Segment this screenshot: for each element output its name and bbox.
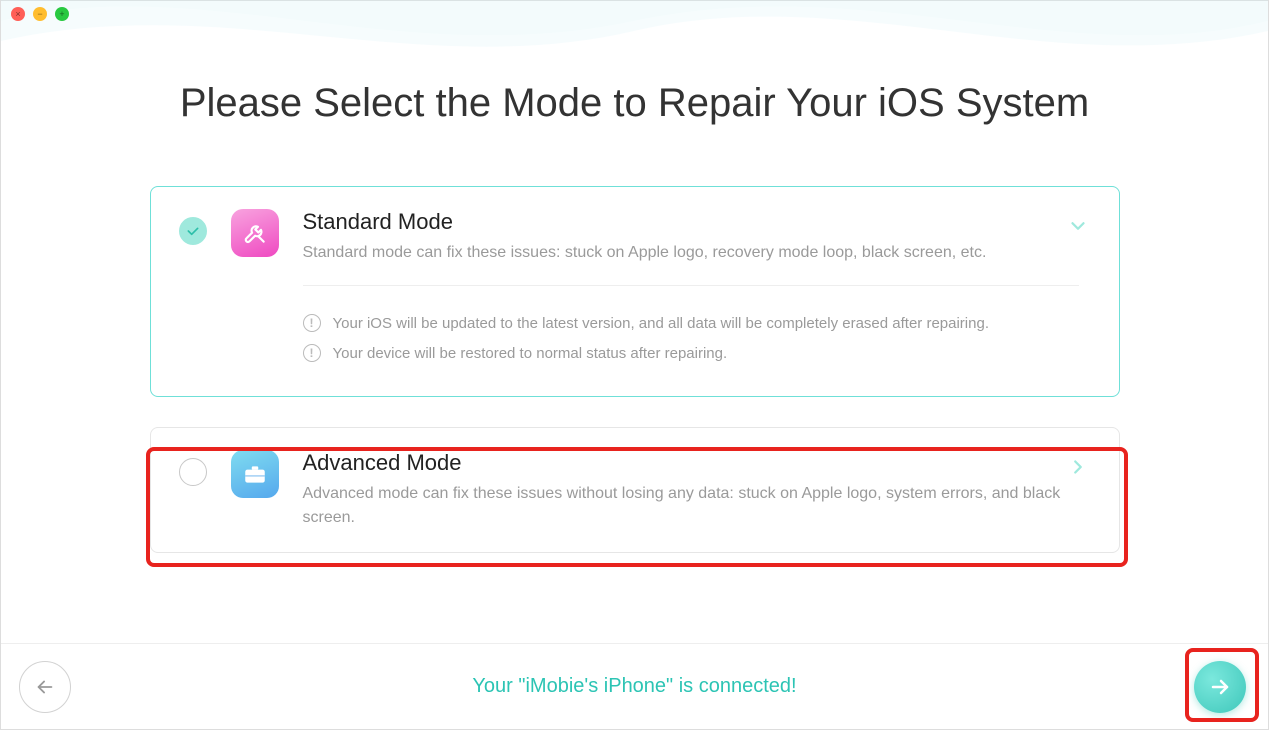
footer-bar: Your "iMobie's iPhone" is connected! (1, 643, 1268, 729)
tools-icon (231, 209, 279, 257)
note-line: ! Your device will be restored to normal… (303, 344, 1079, 362)
next-button[interactable] (1194, 661, 1246, 713)
mode-advanced-text: Advanced Mode Advanced mode can fix thes… (303, 450, 1079, 530)
mode-advanced-radio[interactable] (179, 458, 207, 486)
check-icon (185, 223, 201, 239)
mode-standard-text: Standard Mode Standard mode can fix thes… (303, 209, 1079, 374)
warning-icon: ! (303, 314, 321, 332)
arrow-right-icon (1208, 675, 1232, 699)
mode-standard-title: Standard Mode (303, 209, 1079, 235)
back-button[interactable] (19, 661, 71, 713)
mode-list: Standard Mode Standard mode can fix thes… (150, 186, 1120, 553)
window-minimize-button[interactable]: − (33, 7, 47, 21)
mode-card-advanced[interactable]: Advanced Mode Advanced mode can fix thes… (150, 427, 1120, 553)
mode-standard-notes: ! Your iOS will be updated to the latest… (303, 285, 1079, 362)
briefcase-icon (231, 450, 279, 498)
window-controls: × − + (11, 7, 69, 21)
mode-advanced-desc: Advanced mode can fix these issues witho… (303, 482, 1079, 530)
mode-card-standard[interactable]: Standard Mode Standard mode can fix thes… (150, 186, 1120, 397)
note-line: ! Your iOS will be updated to the latest… (303, 314, 1079, 332)
mode-advanced-title: Advanced Mode (303, 450, 1079, 476)
chevron-right-icon[interactable] (1067, 456, 1089, 483)
mode-standard-radio[interactable] (179, 217, 207, 245)
window-close-button[interactable]: × (11, 7, 25, 21)
maximize-icon: + (59, 10, 64, 19)
warning-icon: ! (303, 344, 321, 362)
chevron-down-icon[interactable] (1067, 215, 1089, 242)
note-text: Your iOS will be updated to the latest v… (333, 315, 989, 332)
note-text: Your device will be restored to normal s… (333, 345, 728, 362)
mode-standard-desc: Standard mode can fix these issues: stuc… (303, 241, 1079, 265)
minimize-icon: − (37, 10, 42, 19)
arrow-left-icon (34, 676, 56, 698)
connection-status: Your "iMobie's iPhone" is connected! (472, 675, 796, 698)
header-wave-decoration (1, 0, 1268, 81)
close-icon: × (15, 10, 20, 19)
page-title: Please Select the Mode to Repair Your iO… (1, 81, 1268, 126)
window-maximize-button[interactable]: + (55, 7, 69, 21)
